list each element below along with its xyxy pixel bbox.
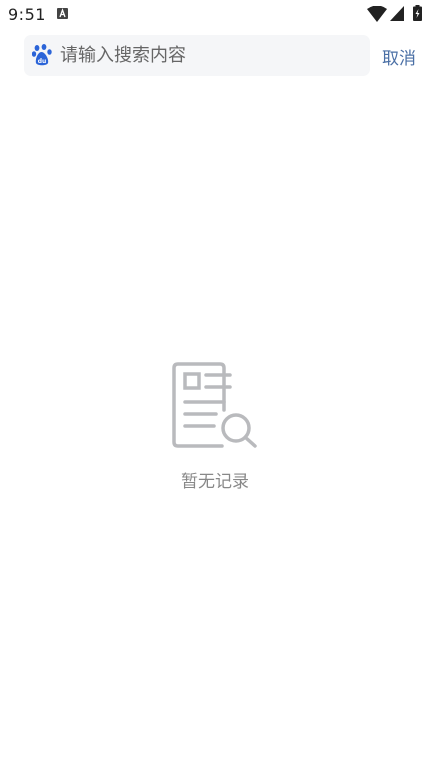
search-box[interactable]: du — [24, 35, 370, 76]
svg-text:du: du — [38, 58, 47, 65]
status-time: 9:51 — [8, 5, 46, 24]
status-bar: 9:51 — [0, 0, 430, 30]
signal-icon — [390, 6, 404, 21]
empty-state-message: 暂无记录 — [181, 472, 249, 492]
a-icon — [57, 8, 68, 19]
battery-icon — [413, 5, 422, 21]
baidu-paw-icon: du — [32, 44, 52, 66]
cancel-button[interactable]: 取消 — [382, 44, 416, 69]
wifi-icon — [367, 6, 387, 22]
search-input[interactable] — [60, 35, 360, 76]
document-search-icon — [172, 362, 257, 448]
search-screen: 9:51 du 取消 — [0, 0, 430, 766]
